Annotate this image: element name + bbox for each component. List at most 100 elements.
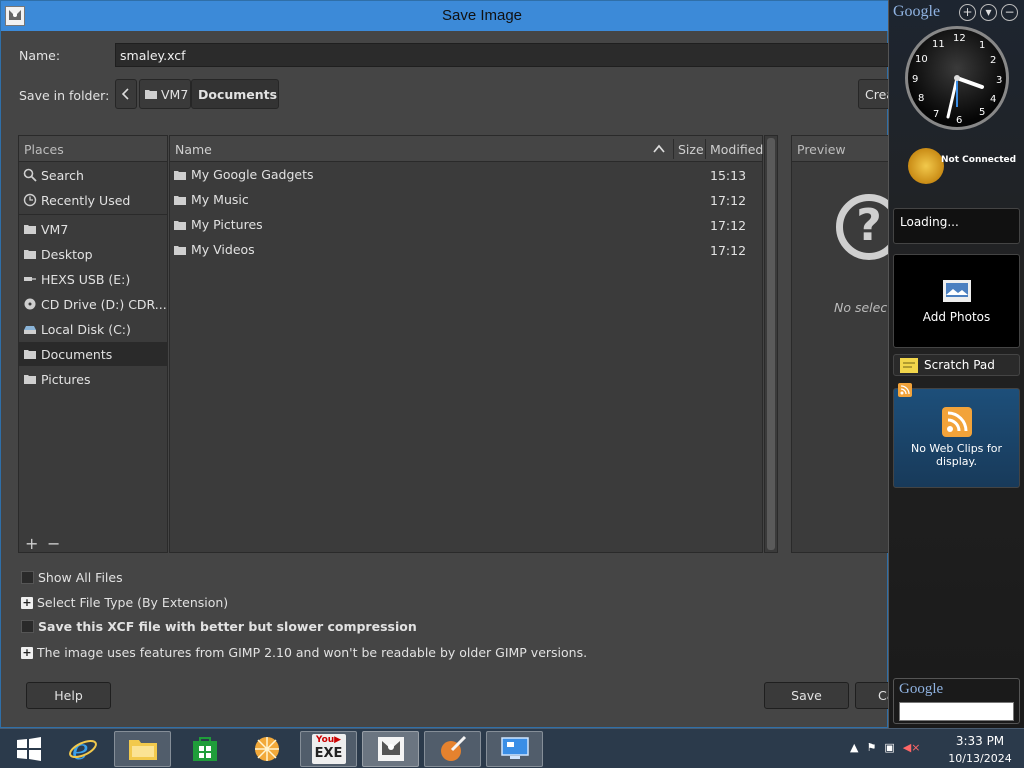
start-button[interactable] xyxy=(0,731,57,767)
network-icon[interactable]: ▣ xyxy=(884,741,894,754)
save-button[interactable]: Save xyxy=(764,682,849,709)
analog-clock-gadget[interactable]: 12 1 2 3 4 5 6 7 8 9 10 11 xyxy=(905,26,1009,130)
compatibility-expander[interactable]: + The image uses features from GIMP 2.10… xyxy=(21,645,587,660)
place-label: VM7 xyxy=(41,221,69,237)
file-row[interactable]: My Videos 17:12 xyxy=(170,238,762,262)
place-pictures[interactable]: Pictures xyxy=(19,367,167,391)
compression-checkbox[interactable] xyxy=(21,620,34,633)
taskbar-paint[interactable] xyxy=(424,731,481,767)
show-all-files-checkbox[interactable] xyxy=(21,571,34,584)
taskbar-gimp[interactable] xyxy=(362,731,419,767)
folder-icon xyxy=(174,170,186,180)
remove-bookmark-button[interactable]: − xyxy=(47,534,60,553)
taskbar-file-explorer[interactable] xyxy=(114,731,171,767)
place-label: Documents xyxy=(41,346,113,362)
scrollbar-thumb[interactable] xyxy=(767,138,775,550)
column-size-header[interactable]: Size xyxy=(678,142,704,157)
sort-ascending-icon[interactable] xyxy=(653,144,665,153)
place-cd-drive[interactable]: CD Drive (D:) CDR... xyxy=(19,292,167,316)
place-label: CD Drive (D:) CDR... xyxy=(41,296,167,312)
file-list-scrollbar[interactable] xyxy=(764,135,778,553)
question-mark-icon: ? xyxy=(836,194,889,260)
breadcrumb-back-button[interactable] xyxy=(115,79,137,109)
weather-sun-icon[interactable] xyxy=(908,148,944,184)
places-separator xyxy=(19,214,167,215)
show-all-files-label: Show All Files xyxy=(38,570,123,585)
help-button[interactable]: Help xyxy=(26,682,111,709)
windows-logo-icon xyxy=(16,737,41,761)
google-search-gadget: Google xyxy=(893,678,1020,724)
sidebar-menu-button[interactable]: ▾ xyxy=(980,4,997,21)
column-separator xyxy=(705,139,706,159)
place-usb-drive[interactable]: HEXS USB (E:) xyxy=(19,267,167,291)
file-row[interactable]: My Google Gadgets 15:13 xyxy=(170,163,762,187)
file-explorer-icon xyxy=(128,740,157,760)
taskbar-remote-desktop[interactable] xyxy=(486,731,543,767)
file-modified: 17:12 xyxy=(710,218,747,233)
optical-drive-icon xyxy=(24,298,36,310)
compression-option[interactable]: Save this XCF file with better but slowe… xyxy=(21,619,417,634)
folder-icon xyxy=(24,250,36,259)
weather-status: Not Connected xyxy=(941,155,1017,165)
add-photos-label: Add Photos xyxy=(922,310,991,324)
taskbar-date[interactable]: 10/13/2024 xyxy=(948,752,1012,765)
store-icon xyxy=(192,737,217,761)
remote-desktop-icon xyxy=(500,737,529,759)
folder-icon xyxy=(24,225,36,234)
place-label: HEXS USB (E:) xyxy=(41,271,131,287)
search-icon xyxy=(23,168,37,182)
taskbar-store[interactable] xyxy=(176,731,233,767)
action-center-flag-icon[interactable]: ⚑ xyxy=(866,741,876,754)
show-all-files-option[interactable]: Show All Files xyxy=(21,570,123,585)
column-modified-header[interactable]: Modified xyxy=(710,142,763,157)
place-search[interactable]: Search xyxy=(19,163,167,187)
taskbar-internet-explorer[interactable]: e xyxy=(54,731,111,767)
taskbar: e You▶ EXE ▲ ⚑ ▣ ◀× 3:33 PM 10/13/2024 xyxy=(0,728,1024,768)
google-search-input[interactable] xyxy=(899,702,1014,721)
photos-gadget[interactable]: Add Photos xyxy=(893,254,1020,348)
gimp-icon xyxy=(377,737,404,761)
column-name-header[interactable]: Name xyxy=(175,142,212,157)
save-in-folder-label: Save in folder: xyxy=(19,88,110,103)
place-label: Local Disk (C:) xyxy=(41,321,131,337)
file-name-input[interactable] xyxy=(115,43,889,67)
file-row[interactable]: My Pictures 17:12 xyxy=(170,213,762,237)
file-list-panel: Name Size Modified My Google Gadgets 15:… xyxy=(169,135,763,553)
volume-muted-icon[interactable]: ◀× xyxy=(903,741,921,754)
place-vm7[interactable]: VM7 xyxy=(19,217,167,241)
clock-icon xyxy=(23,193,37,207)
news-gadget[interactable]: Loading... xyxy=(893,208,1020,244)
compression-label: Save this XCF file with better but slowe… xyxy=(38,619,417,634)
taskbar-youtube-exe[interactable]: You▶ EXE xyxy=(300,731,357,767)
breadcrumb-vm7[interactable]: VM7 xyxy=(139,79,191,109)
place-desktop[interactable]: Desktop xyxy=(19,242,167,266)
add-bookmark-button[interactable]: + xyxy=(25,534,38,553)
rss-feed-icon xyxy=(941,407,972,437)
place-local-disk[interactable]: Local Disk (C:) xyxy=(19,317,167,341)
photo-frame-icon xyxy=(942,280,971,302)
add-gadget-button[interactable]: + xyxy=(959,4,976,21)
google-logo: Google xyxy=(893,3,941,20)
title-bar[interactable]: Save Image xyxy=(1,1,889,31)
file-row[interactable]: My Music 17:12 xyxy=(170,188,762,212)
place-documents[interactable]: Documents xyxy=(19,342,167,366)
hard-disk-icon xyxy=(24,326,36,334)
place-recently-used[interactable]: Recently Used xyxy=(19,188,167,212)
web-clips-message: No Web Clips for display. xyxy=(910,442,1003,468)
select-file-type-expander[interactable]: + Select File Type (By Extension) xyxy=(21,595,228,610)
folder-icon xyxy=(174,220,186,230)
minimize-sidebar-button[interactable]: − xyxy=(1001,4,1018,21)
scratch-pad-label: Scratch Pad xyxy=(924,358,995,372)
show-hidden-icons-icon[interactable]: ▲ xyxy=(850,741,858,754)
taskbar-app-orange[interactable] xyxy=(238,731,295,767)
scratch-pad-gadget[interactable]: Scratch Pad xyxy=(893,354,1020,376)
web-clips-gadget[interactable]: No Web Clips for display. xyxy=(893,383,1020,488)
places-panel: Places Search Recently Used VM7 Desktop … xyxy=(18,135,168,553)
citrus-app-icon xyxy=(254,737,279,761)
preview-panel: Preview ? No selection xyxy=(791,135,889,553)
taskbar-time[interactable]: 3:33 PM xyxy=(948,734,1012,748)
folder-icon xyxy=(145,90,157,99)
breadcrumb-documents[interactable]: Documents xyxy=(191,79,279,109)
breadcrumb-vm7-label: VM7 xyxy=(161,86,189,102)
paint-brush-icon xyxy=(440,735,466,761)
